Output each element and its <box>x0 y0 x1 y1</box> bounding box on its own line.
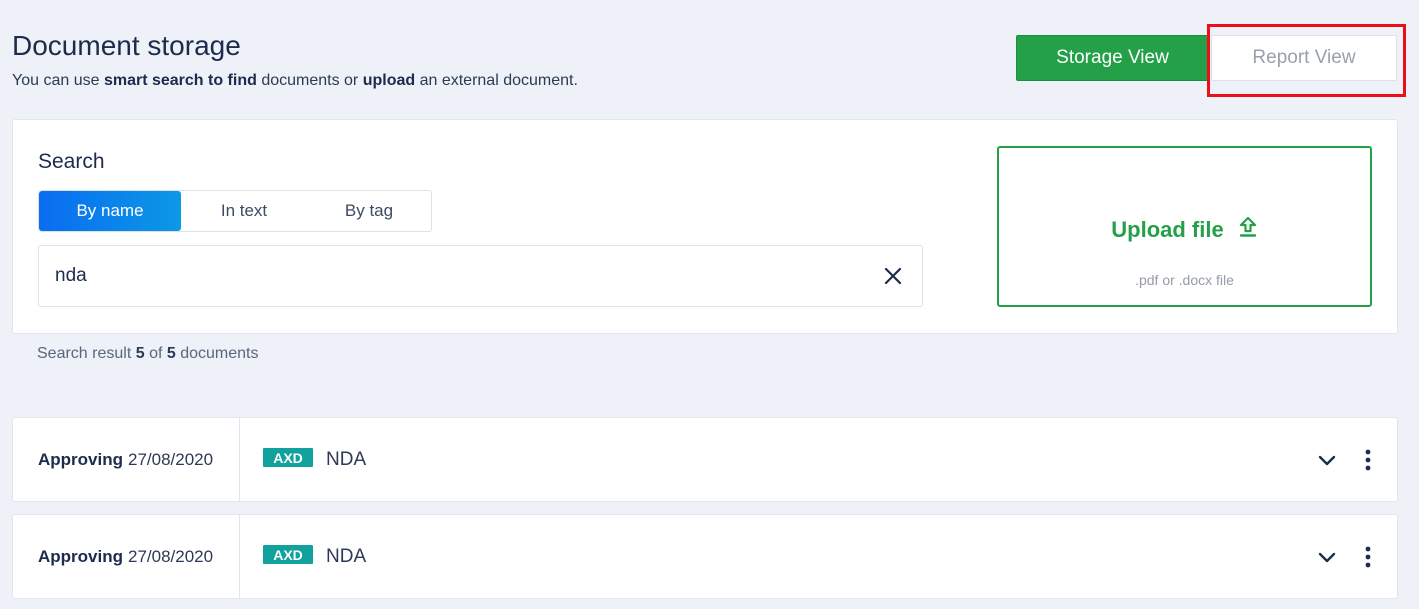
search-input[interactable] <box>40 247 860 305</box>
document-name[interactable]: NDA <box>326 449 366 471</box>
tab-by-tag[interactable]: By tag <box>307 191 431 231</box>
page-subtitle: You can use smart search to find documen… <box>12 72 578 89</box>
search-mode-tabs: By name In text By tag <box>38 190 432 232</box>
document-tag-badge: AXD <box>263 448 313 467</box>
chevron-down-icon[interactable] <box>1316 546 1338 568</box>
document-row[interactable]: Approving 27/08/2020 AXD NDA <box>12 417 1398 502</box>
upload-file-dropzone[interactable]: Upload file .pdf or .docx file <box>997 146 1372 307</box>
chevron-down-icon[interactable] <box>1316 449 1338 471</box>
search-label: Search <box>38 150 105 173</box>
document-status: Approving 27/08/2020 <box>13 418 240 501</box>
document-tag-badge: AXD <box>263 545 313 564</box>
upload-label: Upload file <box>1111 217 1224 242</box>
highlight-annotation <box>1207 24 1406 97</box>
upload-icon <box>1238 216 1258 244</box>
close-icon[interactable] <box>882 265 904 287</box>
document-row[interactable]: Approving 27/08/2020 AXD NDA <box>12 514 1398 599</box>
status-date: 27/08/2020 <box>128 449 214 469</box>
search-panel: Search By name In text By tag Upload fil… <box>12 119 1398 334</box>
page-title: Document storage <box>12 30 241 61</box>
tab-in-text[interactable]: In text <box>181 191 307 231</box>
status-label: Approving <box>38 546 123 566</box>
more-vertical-icon[interactable] <box>1361 545 1375 569</box>
storage-view-button[interactable]: Storage View <box>1016 35 1209 81</box>
status-date: 27/08/2020 <box>128 546 214 566</box>
document-name-cell: AXD NDA <box>263 418 366 501</box>
document-status: Approving 27/08/2020 <box>13 515 240 598</box>
document-name-cell: AXD NDA <box>263 515 366 598</box>
tab-by-name[interactable]: By name <box>39 191 181 231</box>
search-result-count: Search result 5 of 5 documents <box>37 345 259 362</box>
document-name[interactable]: NDA <box>326 546 366 568</box>
upload-file-button[interactable]: Upload file <box>999 216 1370 244</box>
upload-hint: .pdf or .docx file <box>1135 272 1234 288</box>
more-vertical-icon[interactable] <box>1361 448 1375 472</box>
status-label: Approving <box>38 449 123 469</box>
search-field <box>38 245 923 307</box>
